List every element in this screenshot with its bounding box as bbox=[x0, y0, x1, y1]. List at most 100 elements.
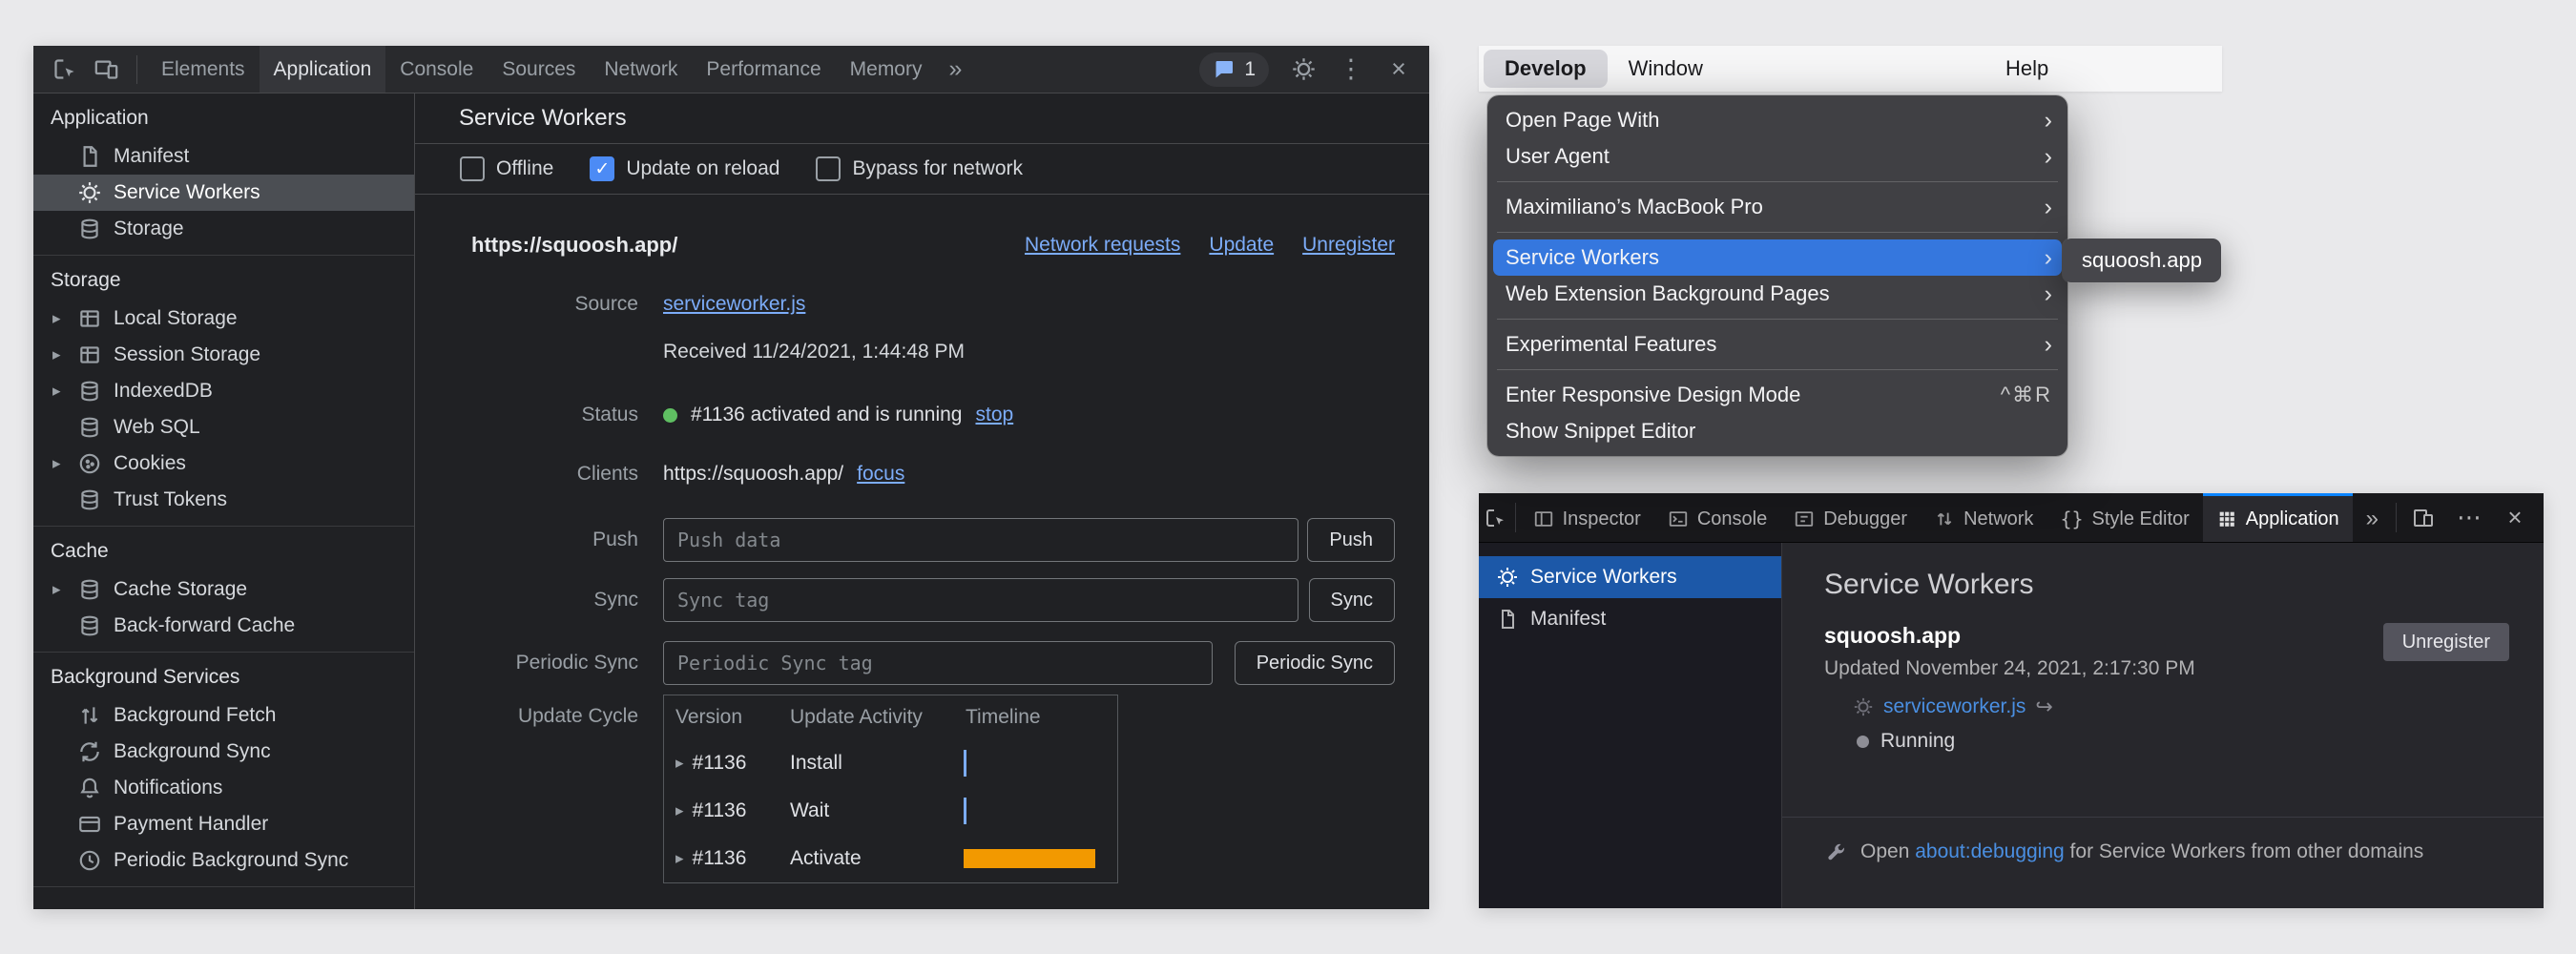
sidebar-item-notifications[interactable]: Notifications bbox=[33, 770, 414, 806]
tab-performance[interactable]: Performance bbox=[692, 46, 835, 93]
payment-card-icon bbox=[77, 812, 102, 837]
tab-application[interactable]: Application bbox=[2203, 493, 2353, 542]
more-tabs-icon[interactable]: » bbox=[936, 46, 974, 93]
sidebar-item-indexeddb[interactable]: ▸ IndexedDB bbox=[33, 373, 414, 409]
update-on-reload-checkbox[interactable]: ✓ bbox=[590, 156, 614, 181]
expander-icon[interactable]: ▸ bbox=[52, 345, 77, 364]
update-link[interactable]: Update bbox=[1209, 234, 1274, 257]
settings-gear-icon[interactable] bbox=[1282, 49, 1324, 91]
tab-style-editor[interactable]: {} Style Editor bbox=[2046, 493, 2202, 542]
periodic-sync-tag-input[interactable] bbox=[663, 641, 1213, 685]
pick-element-icon[interactable] bbox=[1479, 493, 1511, 542]
sync-tag-input[interactable] bbox=[663, 578, 1298, 622]
focus-link[interactable]: focus bbox=[857, 457, 904, 491]
menubar-item-develop[interactable]: Develop bbox=[1484, 50, 1608, 88]
push-button[interactable]: Push bbox=[1307, 518, 1395, 562]
sidebar-item-manifest[interactable]: Manifest bbox=[1479, 598, 1781, 640]
sidebar-section-cache[interactable]: Cache bbox=[33, 531, 414, 571]
debugging-footer: Open about:debugging for Service Workers… bbox=[1782, 817, 2544, 908]
jump-to-debugger-icon[interactable]: ↪ bbox=[2035, 694, 2052, 720]
more-tabs-icon[interactable]: » bbox=[2353, 493, 2392, 542]
sidebar-item-back-forward-cache[interactable]: Back-forward Cache bbox=[33, 608, 414, 644]
close-icon[interactable]: × bbox=[1378, 49, 1420, 91]
sidebar-item-trust-tokens[interactable]: Trust Tokens bbox=[33, 482, 414, 518]
kebab-menu-icon[interactable]: ⋮ bbox=[1330, 49, 1372, 91]
tab-console[interactable]: Console bbox=[385, 46, 488, 93]
tab-network[interactable]: Network bbox=[1921, 493, 2046, 542]
sidebar-item-storage[interactable]: Storage bbox=[33, 211, 414, 247]
menu-item-show-snippet-editor[interactable]: Show Snippet Editor bbox=[1487, 413, 2067, 449]
tab-application[interactable]: Application bbox=[260, 46, 386, 93]
menu-item-experimental-features[interactable]: Experimental Features › bbox=[1487, 326, 2067, 363]
offline-checkbox-group[interactable]: Offline bbox=[460, 156, 553, 181]
sidebar-item-service-workers[interactable]: Service Workers bbox=[1479, 556, 1781, 598]
tab-inspector[interactable]: Inspector bbox=[1520, 493, 1654, 542]
sync-button[interactable]: Sync bbox=[1309, 578, 1395, 622]
sidebar-item-periodic-background-sync[interactable]: Periodic Background Sync bbox=[33, 842, 414, 879]
sidebar-item-manifest[interactable]: Manifest bbox=[33, 138, 414, 175]
sidebar-section-application[interactable]: Application bbox=[33, 98, 414, 138]
menu-item-macbook-pro[interactable]: Maximiliano’s MacBook Pro › bbox=[1487, 189, 2067, 225]
about-debugging-link[interactable]: about:debugging bbox=[1915, 840, 2065, 862]
bypass-for-network-checkbox-group[interactable]: Bypass for network bbox=[816, 156, 1023, 181]
sidebar-item-label: Periodic Background Sync bbox=[114, 849, 348, 872]
periodic-sync-button[interactable]: Periodic Sync bbox=[1235, 641, 1395, 685]
sidebar-item-label: Back-forward Cache bbox=[114, 614, 295, 637]
table-row-version[interactable]: ▸ #1136 bbox=[664, 739, 790, 787]
tab-elements[interactable]: Elements bbox=[147, 46, 260, 93]
responsive-design-mode-icon[interactable] bbox=[2400, 493, 2446, 542]
expander-icon[interactable]: ▸ bbox=[675, 849, 684, 868]
expander-icon[interactable]: ▸ bbox=[675, 754, 684, 773]
sidebar-item-session-storage[interactable]: ▸ Session Storage bbox=[33, 337, 414, 373]
bypass-for-network-checkbox[interactable] bbox=[816, 156, 841, 181]
table-row-version[interactable]: ▸ #1136 bbox=[664, 787, 790, 835]
update-on-reload-checkbox-group[interactable]: ✓ Update on reload bbox=[590, 156, 779, 181]
sidebar-item-background-sync[interactable]: Background Sync bbox=[33, 734, 414, 770]
sidebar-item-label: Service Workers bbox=[114, 181, 260, 204]
inspect-element-icon[interactable] bbox=[43, 49, 85, 91]
sidebar-item-local-storage[interactable]: ▸ Local Storage bbox=[33, 301, 414, 337]
sidebar-section-background-services[interactable]: Background Services bbox=[33, 657, 414, 697]
menubar-item-help[interactable]: Help bbox=[1984, 50, 2069, 88]
unregister-link[interactable]: Unregister bbox=[1302, 234, 1395, 257]
tab-sources[interactable]: Sources bbox=[488, 46, 590, 93]
push-data-input[interactable] bbox=[663, 518, 1298, 562]
expander-icon[interactable]: ▸ bbox=[52, 309, 77, 328]
tab-debugger[interactable]: Debugger bbox=[1780, 493, 1921, 542]
meatball-menu-icon[interactable]: ⋯ bbox=[2446, 493, 2492, 542]
stop-link[interactable]: stop bbox=[975, 398, 1013, 432]
expander-icon[interactable]: ▸ bbox=[52, 382, 77, 401]
chevron-right-icon: › bbox=[2045, 244, 2052, 272]
tab-memory[interactable]: Memory bbox=[836, 46, 937, 93]
pane-title: Service Workers bbox=[1824, 566, 2509, 604]
tab-console[interactable]: Console bbox=[1654, 493, 1780, 542]
expander-icon[interactable]: ▸ bbox=[675, 801, 684, 820]
sidebar-item-web-sql[interactable]: Web SQL bbox=[33, 409, 414, 446]
menu-item-service-workers[interactable]: Service Workers › bbox=[1493, 239, 2062, 276]
device-toolbar-icon[interactable] bbox=[85, 49, 127, 91]
menu-item-open-page-with[interactable]: Open Page With › bbox=[1487, 102, 2067, 138]
expander-icon[interactable]: ▸ bbox=[52, 454, 77, 473]
menu-item-user-agent[interactable]: User Agent › bbox=[1487, 138, 2067, 175]
sidebar-item-payment-handler[interactable]: Payment Handler bbox=[33, 806, 414, 842]
sidebar-item-cookies[interactable]: ▸ Cookies bbox=[33, 446, 414, 482]
sidebar-item-service-workers[interactable]: Service Workers bbox=[33, 175, 414, 211]
offline-checkbox[interactable] bbox=[460, 156, 485, 181]
close-icon[interactable]: × bbox=[2492, 493, 2538, 542]
menu-item-web-extension-background-pages[interactable]: Web Extension Background Pages › bbox=[1487, 276, 2067, 312]
service-workers-submenu-item[interactable]: squoosh.app bbox=[2063, 238, 2221, 282]
sidebar-item-background-fetch[interactable]: Background Fetch bbox=[33, 697, 414, 734]
database-icon bbox=[77, 379, 102, 404]
tab-network[interactable]: Network bbox=[590, 46, 692, 93]
worker-file-link[interactable]: serviceworker.js bbox=[1883, 694, 2025, 720]
sidebar-section-storage[interactable]: Storage bbox=[33, 260, 414, 301]
source-file-link[interactable]: serviceworker.js bbox=[663, 293, 805, 315]
sidebar-item-cache-storage[interactable]: ▸ Cache Storage bbox=[33, 571, 414, 608]
unregister-button[interactable]: Unregister bbox=[2383, 623, 2509, 661]
expander-icon[interactable]: ▸ bbox=[52, 580, 77, 599]
menu-item-enter-responsive-design-mode[interactable]: Enter Responsive Design Mode ^⌘R bbox=[1487, 377, 2067, 413]
network-requests-link[interactable]: Network requests bbox=[1025, 234, 1180, 257]
issues-counter[interactable]: 1 bbox=[1199, 52, 1269, 87]
menubar-item-window[interactable]: Window bbox=[1608, 50, 1724, 88]
table-row-version[interactable]: ▸ #1136 bbox=[664, 835, 790, 882]
